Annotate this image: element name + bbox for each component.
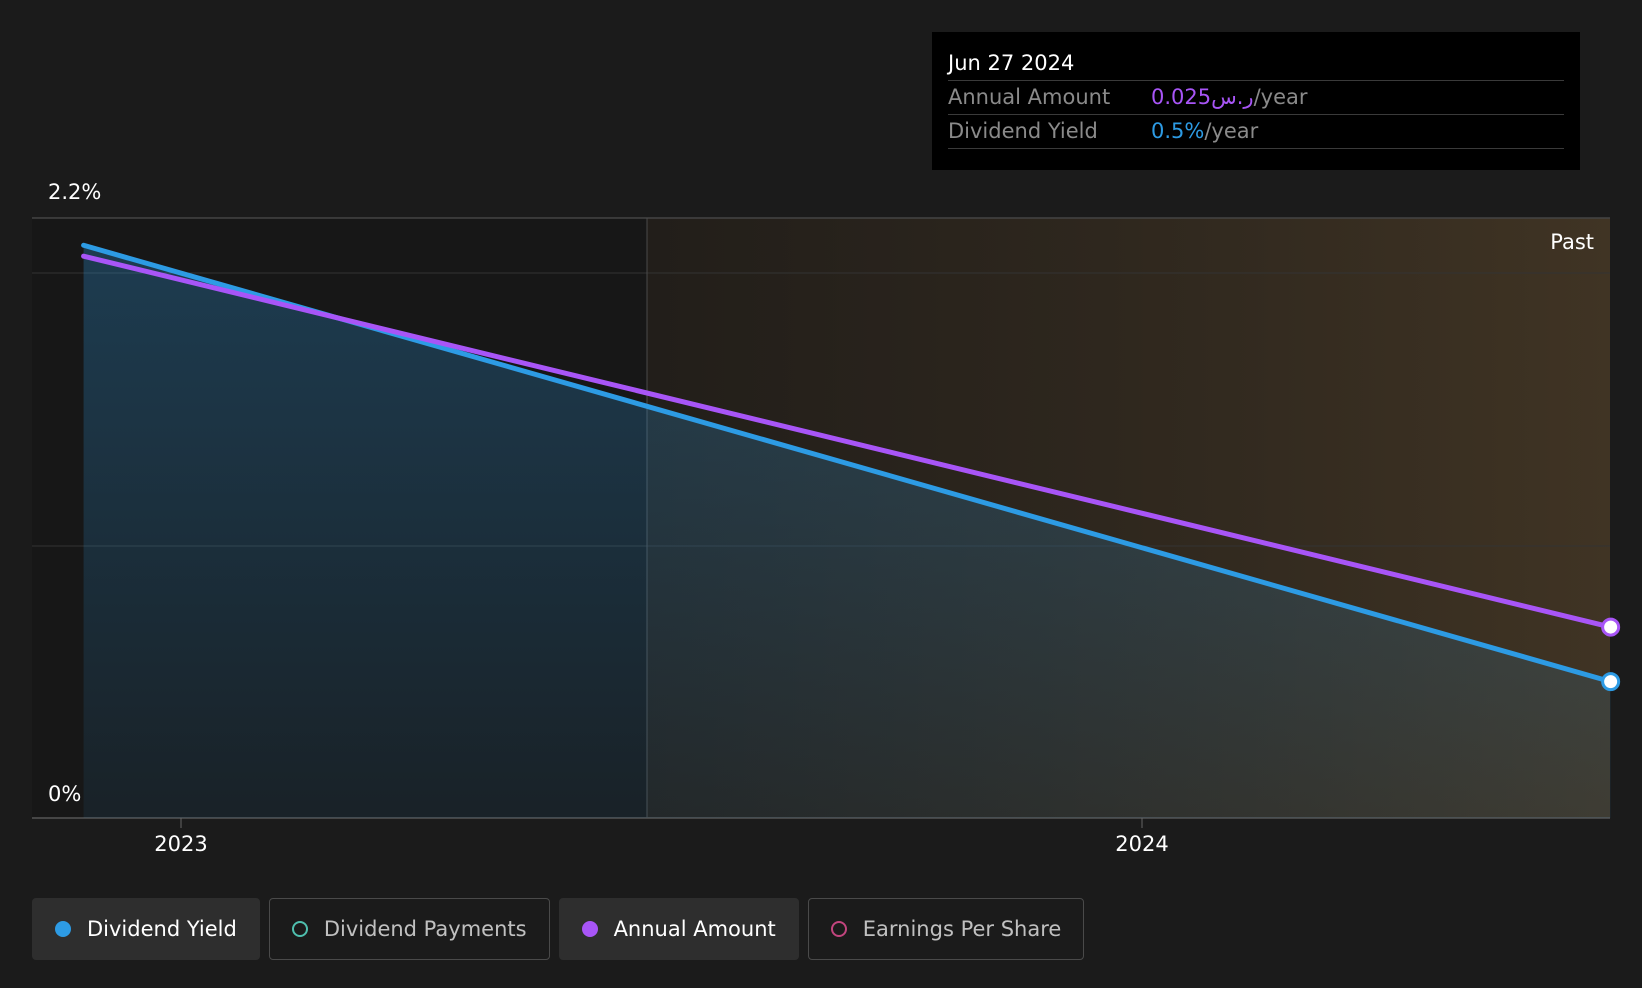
legend-toggle-dividend-yield[interactable]: Dividend Yield [32,898,260,960]
legend-toggle-earnings-per-share[interactable]: Earnings Per Share [807,898,1085,960]
tooltip-value: 0.5% [1151,119,1205,143]
tooltip-date: Jun 27 2024 [948,46,1564,81]
dividend-chart-panel: 2.2% 0% 2023 2024 Past Jun 27 2024 Annua… [0,0,1642,988]
legend-label: Dividend Payments [323,917,527,941]
tooltip-value: 0.025ر.س [1151,85,1254,109]
filled-dot-icon [581,921,598,937]
x-axis-label-2024: 2024 [1115,832,1169,856]
legend-toggle-annual-amount[interactable]: Annual Amount [558,898,799,960]
legend-toggle-dividend-payments[interactable]: Dividend Payments [268,898,550,960]
chart-tooltip: Jun 27 2024 Annual Amount 0.025ر.س /year… [932,32,1580,170]
dividend-yield-end-marker[interactable] [1601,672,1621,692]
legend-label: Earnings Per Share [862,917,1062,941]
past-region-label: Past [1550,230,1594,254]
tooltip-label: Dividend Yield [948,119,1098,143]
legend-label: Dividend Yield [87,917,237,941]
annual-amount-end-marker[interactable] [1601,617,1621,637]
chart-legend: Dividend Yield Dividend Payments Annual … [32,898,1085,960]
tooltip-label: Annual Amount [948,85,1111,109]
filled-dot-icon [55,921,71,937]
y-axis-max-label: 2.2% [48,180,102,204]
hollow-dot-icon [291,921,308,937]
x-axis-label-2023: 2023 [154,832,208,856]
legend-label: Annual Amount [613,917,776,941]
tooltip-row-dividend-yield: Dividend Yield 0.5% /year [948,115,1564,149]
y-axis-min-label: 0% [48,782,82,806]
tooltip-row-annual-amount: Annual Amount 0.025ر.س /year [948,81,1564,115]
tooltip-unit: /year [1253,85,1308,109]
tooltip-unit: /year [1204,119,1259,143]
hollow-dot-icon [830,921,847,937]
